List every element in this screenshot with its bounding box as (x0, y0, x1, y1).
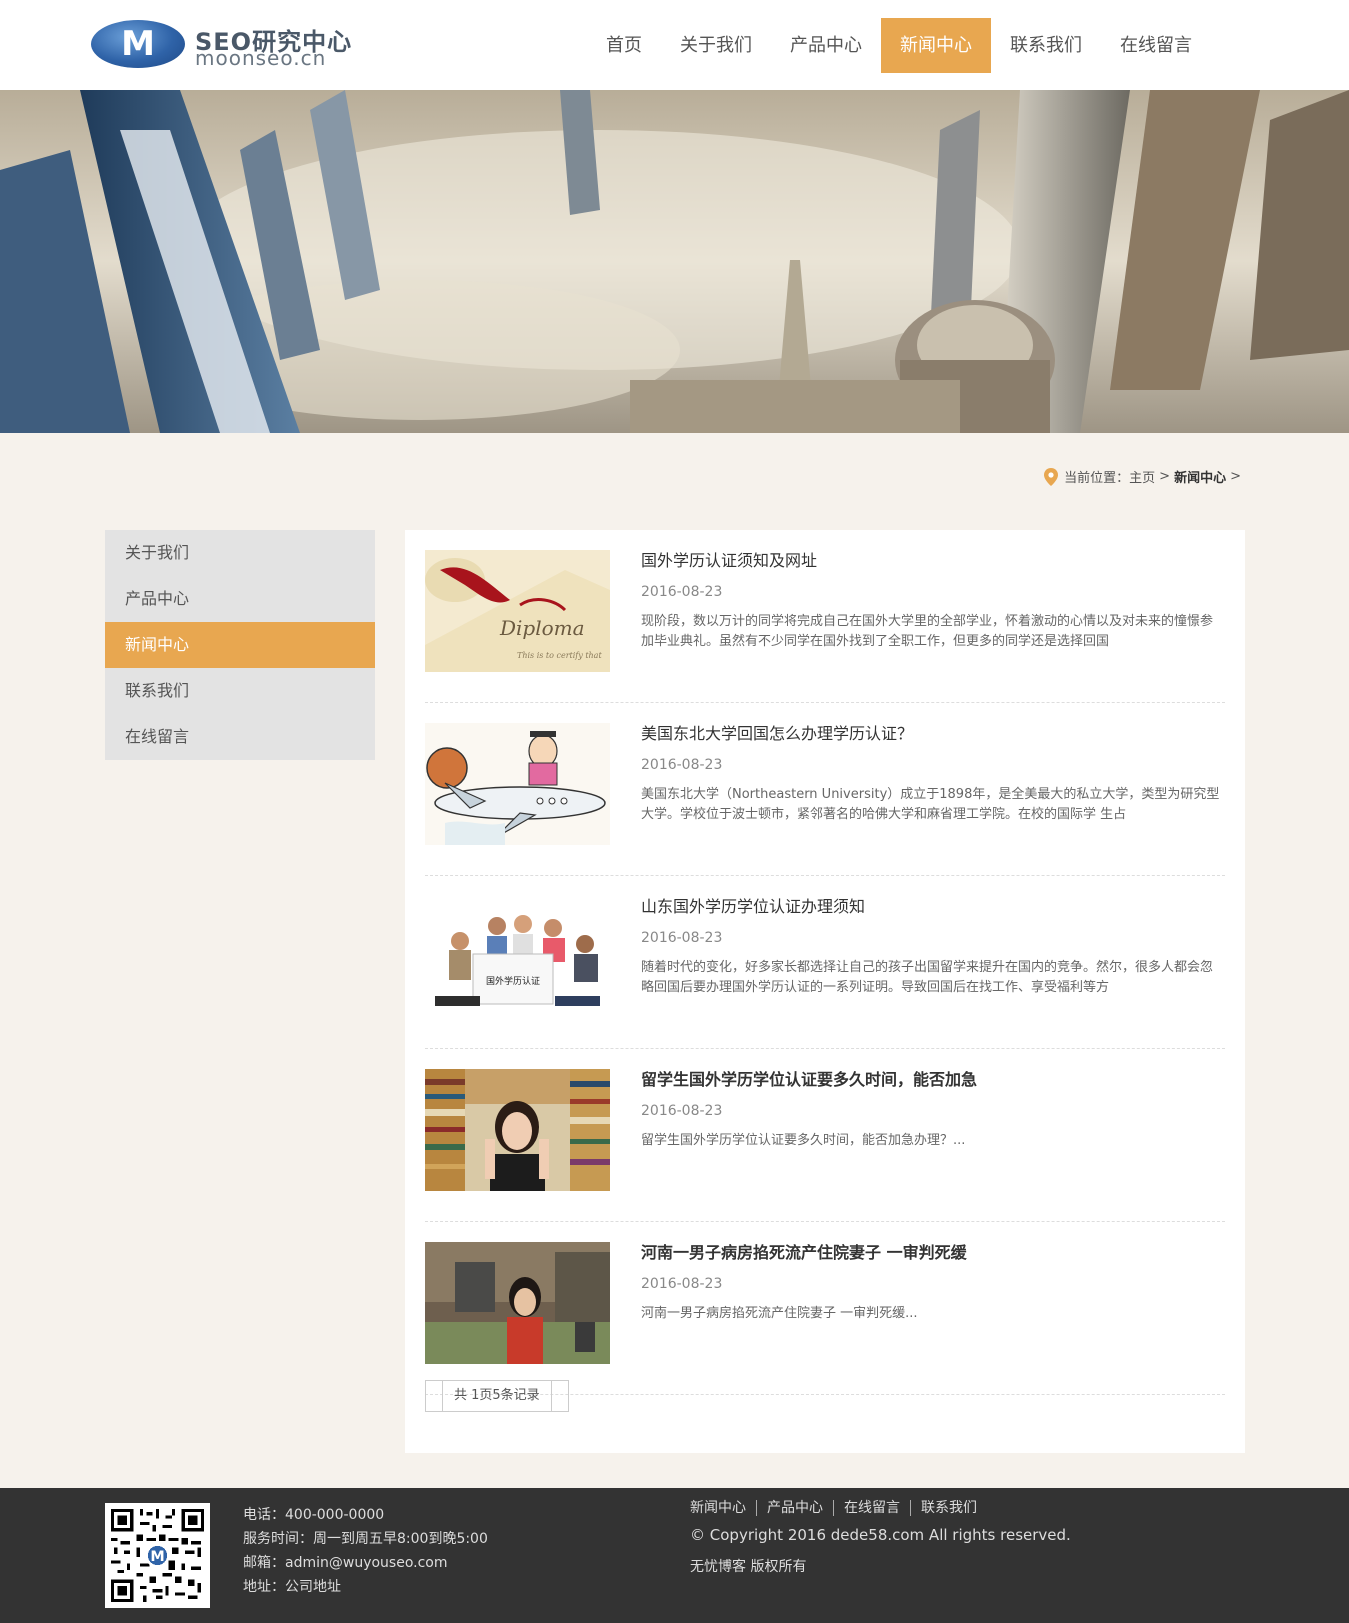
news-item: 河南一男子病房掐死流产住院妻子 一审判死缓 2016-08-23 河南一男子病房… (425, 1242, 1225, 1395)
breadcrumb-prefix: 当前位置： (1064, 471, 1130, 486)
logo-m-glyph: M (121, 24, 155, 64)
news-title[interactable]: 留学生国外学历学位认证要多久时间，能否加急 (641, 1069, 1225, 1091)
breadcrumb-news[interactable]: 新闻中心 (1174, 467, 1226, 486)
footer-phone: 电话：400-000-0000 (243, 1507, 385, 1523)
news-thumbnail-books[interactable] (425, 1069, 610, 1191)
site-footer: M 电话：400-000-0000 服务时间：周一到周五早8:00到晚5:00 … (0, 1488, 1349, 1623)
news-item: 留学生国外学历学位认证要多久时间，能否加急 2016-08-23 留学生国外学历… (425, 1069, 1225, 1222)
nav-item-products[interactable]: 产品中心 (771, 18, 881, 73)
news-summary: 美国东北大学（Northeastern University）成立于1898年，… (641, 787, 1220, 822)
news-body: 山东国外学历学位认证办理须知 2016-08-23 随着时代的变化，好多家长都选… (641, 896, 1225, 998)
footer-copyright: © Copyright 2016 dede58.com All rights r… (690, 1526, 1071, 1544)
logo-subtitle: moonseo.cn (195, 46, 327, 70)
nav-item-home[interactable]: 首页 (587, 18, 661, 73)
breadcrumb-separator: > (1159, 469, 1171, 484)
footer-links: 新闻中心 产品中心 在线留言 联系我们 (690, 1500, 987, 1516)
sidebar-menu: 关于我们 产品中心 新闻中心 联系我们 在线留言 (105, 530, 375, 760)
footer-link-contact[interactable]: 联系我们 (910, 1500, 987, 1516)
pagination-info: 共 1页5条记录 (425, 1380, 569, 1412)
nav-item-about[interactable]: 关于我们 (661, 18, 771, 73)
news-body: 河南一男子病房掐死流产住院妻子 一审判死缓 2016-08-23 河南一男子病房… (641, 1242, 1225, 1344)
news-date: 2016-08-23 (641, 1276, 723, 1292)
breadcrumb-separator: > (1230, 469, 1241, 484)
footer-link-message[interactable]: 在线留言 (833, 1500, 910, 1516)
logo-emblem: M (91, 20, 185, 68)
news-title[interactable]: 山东国外学历学位认证办理须知 (641, 896, 1225, 918)
footer-email: 邮箱：admin@wuyouseo.com (243, 1555, 448, 1571)
svg-text:M: M (150, 1549, 164, 1565)
nav-item-contact[interactable]: 联系我们 (991, 18, 1101, 73)
news-title[interactable]: 国外学历认证须知及网址 (641, 550, 1225, 572)
sidebar-item-about[interactable]: 关于我们 (105, 530, 375, 576)
location-pin-icon (1044, 467, 1059, 486)
news-body: 国外学历认证须知及网址 2016-08-23 现阶段，数以万计的同学将完成自己在… (641, 550, 1225, 652)
news-date: 2016-08-23 (641, 757, 723, 773)
news-summary: 河南一男子病房掐死流产住院妻子 一审判死缓... (641, 1306, 918, 1321)
city-skyline-image (0, 90, 1349, 433)
news-list: Diploma This is to certify that 国外学历认证须知… (425, 550, 1225, 1395)
contact-info: 电话：400-000-0000 服务时间：周一到周五早8:00到晚5:00 邮箱… (243, 1503, 488, 1599)
diploma-word: Diploma (499, 616, 585, 640)
footer-link-news[interactable]: 新闻中心 (690, 1500, 756, 1516)
footer-owner[interactable]: 无忧博客 版权所有 (690, 1556, 806, 1576)
nav-item-message[interactable]: 在线留言 (1101, 18, 1211, 73)
sidebar-item-contact[interactable]: 联系我们 (105, 668, 375, 714)
news-thumbnail-students[interactable]: 国外学历认证 (425, 896, 610, 1018)
sidebar-item-message[interactable]: 在线留言 (105, 714, 375, 760)
sidebar-item-news[interactable]: 新闻中心 (105, 622, 375, 668)
news-summary: 留学生国外学历学位认证要多久时间，能否加急办理？... (641, 1133, 966, 1148)
news-title[interactable]: 河南一男子病房掐死流产住院妻子 一审判死缓 (641, 1242, 1225, 1264)
footer-link-products[interactable]: 产品中心 (756, 1500, 833, 1516)
news-item: Diploma This is to certify that 国外学历认证须知… (425, 550, 1225, 703)
footer-hours: 服务时间：周一到周五早8:00到晚5:00 (243, 1531, 488, 1547)
sidebar-item-products[interactable]: 产品中心 (105, 576, 375, 622)
main-nav: 首页 关于我们 产品中心 新闻中心 联系我们 在线留言 (587, 18, 1211, 73)
footer-address: 地址：公司地址 (243, 1579, 341, 1595)
qr-code-icon: M (111, 1509, 204, 1602)
nav-item-news[interactable]: 新闻中心 (881, 18, 991, 73)
news-summary: 随着时代的变化，好多家长都选择让自己的孩子出国留学来提升在国内的竞争。然尔，很多… (641, 960, 1214, 995)
news-thumbnail-woman[interactable] (425, 1242, 610, 1364)
news-date: 2016-08-23 (641, 930, 723, 946)
news-summary: 现阶段，数以万计的同学将完成自己在国外大学里的全部学业，怀着激动的心情以及对未来… (641, 614, 1214, 649)
news-item: 美国东北大学回国怎么办理学历认证？ 2016-08-23 美国东北大学（Nort… (425, 723, 1225, 876)
news-date: 2016-08-23 (641, 1103, 723, 1119)
news-title[interactable]: 美国东北大学回国怎么办理学历认证？ (641, 723, 1225, 745)
news-thumbnail-airplane[interactable] (425, 723, 610, 845)
site-header: M SEO研究中心 moonseo.cn 首页 关于我们 产品中心 新闻中心 联… (0, 0, 1349, 90)
hero-banner (0, 90, 1349, 433)
news-thumbnail-diploma[interactable]: Diploma This is to certify that (425, 550, 610, 672)
svg-text:This is to certify that: This is to certify that (517, 651, 602, 660)
news-body: 美国东北大学回国怎么办理学历认证？ 2016-08-23 美国东北大学（Nort… (641, 723, 1225, 825)
site-logo[interactable]: M SEO研究中心 moonseo.cn (91, 20, 391, 70)
news-item: 国外学历认证 山东国外学历学位认证办理须知 2016-08-23 随着时代的变化… (425, 896, 1225, 1049)
news-panel: Diploma This is to certify that 国外学历认证须知… (405, 530, 1245, 1453)
breadcrumb: 当前位置： 主页 > 新闻中心 > (1044, 467, 1245, 486)
news-date: 2016-08-23 (641, 584, 723, 600)
qr-code: M (105, 1503, 210, 1608)
news-body: 留学生国外学历学位认证要多久时间，能否加急 2016-08-23 留学生国外学历… (641, 1069, 1225, 1171)
breadcrumb-home[interactable]: 主页 (1129, 467, 1155, 486)
students-sign-text: 国外学历认证 (486, 975, 540, 987)
